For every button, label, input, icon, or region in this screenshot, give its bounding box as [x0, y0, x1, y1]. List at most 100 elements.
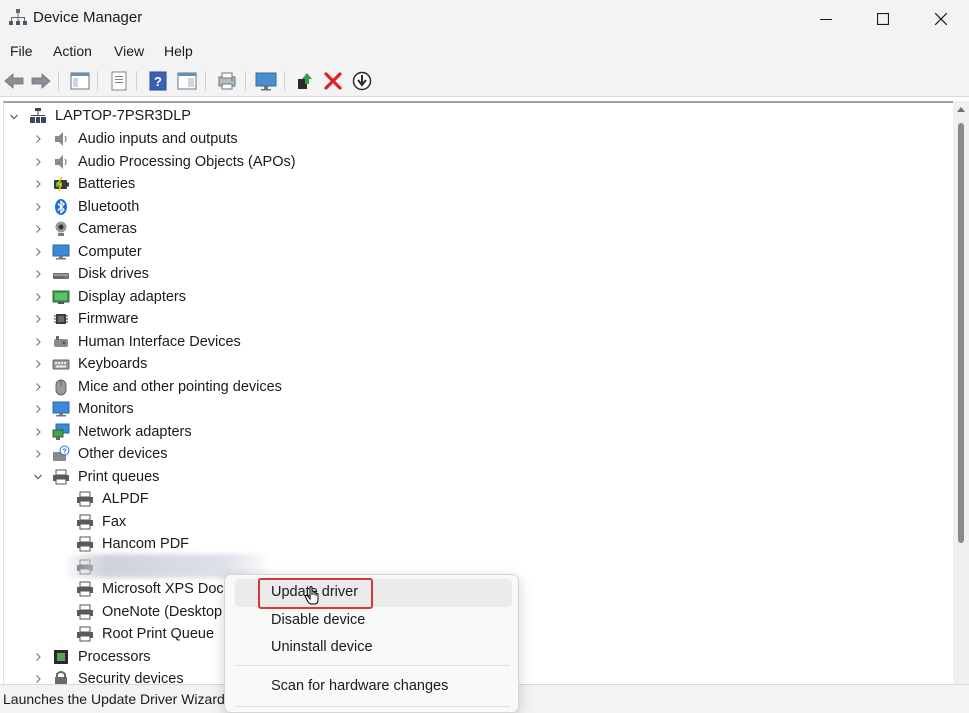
tree-item-mice-and-other-pointing-devices[interactable]: Mice and other pointing devices	[78, 379, 282, 395]
vertical-scrollbar[interactable]	[953, 101, 969, 684]
firmware-chip-icon	[54, 314, 68, 324]
expand-chevron-human-interface-devices[interactable]	[33, 337, 43, 347]
properties-button[interactable]	[108, 70, 130, 92]
tree-item-monitors[interactable]: Monitors	[78, 401, 134, 417]
disable-device-label: Disable device	[271, 612, 366, 628]
tree-item-display-adapters[interactable]: Display adapters	[78, 289, 186, 305]
expand-chevron-other-devices[interactable]	[33, 449, 43, 459]
uninstall-device-button[interactable]	[322, 70, 344, 92]
menu-separator-bottom	[235, 706, 510, 707]
tree-item-computer[interactable]: Computer	[78, 244, 142, 260]
camera-icon	[55, 221, 67, 236]
tree-item-batteries[interactable]: Batteries	[78, 176, 135, 192]
tree-item-network-adapters[interactable]: Network adapters	[78, 424, 192, 440]
printer-icon	[53, 469, 69, 484]
expand-chevron-mice-and-other-pointing-devices[interactable]	[33, 382, 43, 392]
expand-chevron-processors[interactable]	[33, 652, 43, 662]
download-icon	[352, 71, 372, 91]
maximize-button[interactable]	[854, 0, 912, 37]
expand-chevron-firmware[interactable]	[33, 314, 43, 324]
chevron-down-icon	[10, 114, 18, 120]
tree-item-human-interface-devices[interactable]: Human Interface Devices	[78, 334, 241, 350]
chevron-right-icon	[36, 315, 41, 323]
network-adapter-icon	[52, 423, 70, 440]
expand-chevron-batteries[interactable]	[33, 179, 43, 189]
expand-chevron-audio-processing-objects-apos[interactable]	[33, 157, 43, 167]
disk-drive-icon	[53, 273, 69, 279]
show-hide-console-tree-button[interactable]	[69, 70, 91, 92]
uninstall-device-icon	[324, 72, 342, 90]
expand-chevron-security-devices[interactable]	[33, 674, 43, 684]
update-driver-button[interactable]	[294, 70, 316, 92]
svg-text:?: ?	[62, 449, 66, 456]
chevron-right-icon	[36, 405, 41, 413]
chevron-right-icon	[36, 292, 41, 301]
tree-item-audio-processing-objects-apos[interactable]: Audio Processing Objects (APOs)	[78, 154, 296, 170]
uninstall-device-menu-item[interactable]: Uninstall device	[235, 634, 512, 662]
tree-item-audio-inputs-and-outputs[interactable]: Audio inputs and outputs	[78, 131, 238, 147]
tree-item-keyboards[interactable]: Keyboards	[78, 356, 147, 372]
print-queue-item[interactable]: OneNote (Desktop	[102, 604, 222, 620]
printer-icon	[77, 491, 93, 507]
tree-item-processors[interactable]: Processors	[78, 649, 151, 665]
tree-item-cameras[interactable]: Cameras	[78, 221, 137, 237]
properties-icon	[111, 71, 127, 91]
print-queue-item[interactable]: Fax	[102, 514, 126, 530]
expand-chevron-monitors[interactable]	[33, 404, 43, 414]
expand-chevron-audio-inputs-and-outputs[interactable]	[33, 134, 43, 144]
minimize-button[interactable]	[797, 0, 855, 37]
expand-chevron-display-adapters[interactable]	[33, 292, 43, 302]
menu-file[interactable]: File	[10, 43, 33, 59]
chevron-right-icon	[36, 652, 41, 661]
action-pane-button[interactable]	[176, 70, 198, 92]
help-button[interactable]: ?	[147, 70, 169, 92]
help-icon: ?	[149, 71, 167, 91]
update-driver-icon	[298, 73, 312, 89]
menu-help[interactable]: Help	[164, 43, 193, 59]
printer-icon	[77, 514, 93, 529]
scan-hardware-label: Scan for hardware changes	[271, 678, 449, 694]
root-collapse-chevron[interactable]	[9, 112, 19, 122]
monitor-icon	[52, 401, 70, 417]
window-title: Device Manager	[33, 9, 143, 26]
print-queue-item[interactable]: ALPDF	[102, 491, 149, 507]
scroll-up-arrow-icon[interactable]	[957, 107, 965, 112]
computer-root-icon	[30, 108, 46, 123]
print-queue-item[interactable]: Microsoft XPS Docu	[102, 581, 232, 597]
chevron-right-icon	[36, 360, 41, 368]
expand-chevron-cameras[interactable]	[33, 224, 43, 234]
menu-view[interactable]: View	[114, 43, 144, 59]
expand-chevron-disk-drives[interactable]	[33, 269, 43, 279]
chevron-right-icon	[36, 427, 41, 436]
scan-hardware-menu-item[interactable]: Scan for hardware changes	[235, 673, 512, 701]
collapse-chevron-print-queues[interactable]	[33, 472, 43, 482]
tree-item-bluetooth[interactable]: Bluetooth	[78, 199, 139, 215]
forward-arrow-icon	[31, 73, 51, 89]
menu-action[interactable]: Action	[53, 43, 92, 59]
scan-hardware-button[interactable]	[216, 70, 238, 92]
print-queue-item[interactable]: Root Print Queue	[102, 626, 214, 642]
expand-chevron-computer[interactable]	[33, 247, 43, 257]
tree-item-firmware[interactable]: Firmware	[78, 311, 138, 327]
tree-item-disk-drives[interactable]: Disk drives	[78, 266, 149, 282]
minimize-icon	[820, 18, 832, 20]
tree-item-print-queues[interactable]: Print queues	[78, 469, 159, 485]
scroll-thumb[interactable]	[958, 123, 964, 543]
tree-item-other-devices[interactable]: Other devices	[78, 446, 167, 462]
printer-icon	[77, 581, 93, 597]
disable-device-menu-item[interactable]: Disable device	[235, 607, 512, 635]
close-button[interactable]	[912, 0, 969, 37]
download-button[interactable]	[351, 70, 373, 92]
monitor-button[interactable]	[255, 70, 277, 92]
back-button[interactable]	[3, 70, 25, 92]
chevron-right-icon	[36, 450, 41, 458]
show-hide-console-tree-icon	[70, 72, 90, 90]
expand-chevron-bluetooth[interactable]	[33, 202, 43, 212]
forward-button[interactable]	[30, 70, 52, 92]
root-computer-label[interactable]: LAPTOP-7PSR3DLP	[55, 108, 191, 124]
expand-chevron-network-adapters[interactable]	[33, 427, 43, 437]
print-queue-item[interactable]: Hancom PDF	[102, 536, 189, 552]
battery-icon	[54, 176, 69, 192]
action-pane-icon	[177, 72, 197, 90]
expand-chevron-keyboards[interactable]	[33, 359, 43, 369]
